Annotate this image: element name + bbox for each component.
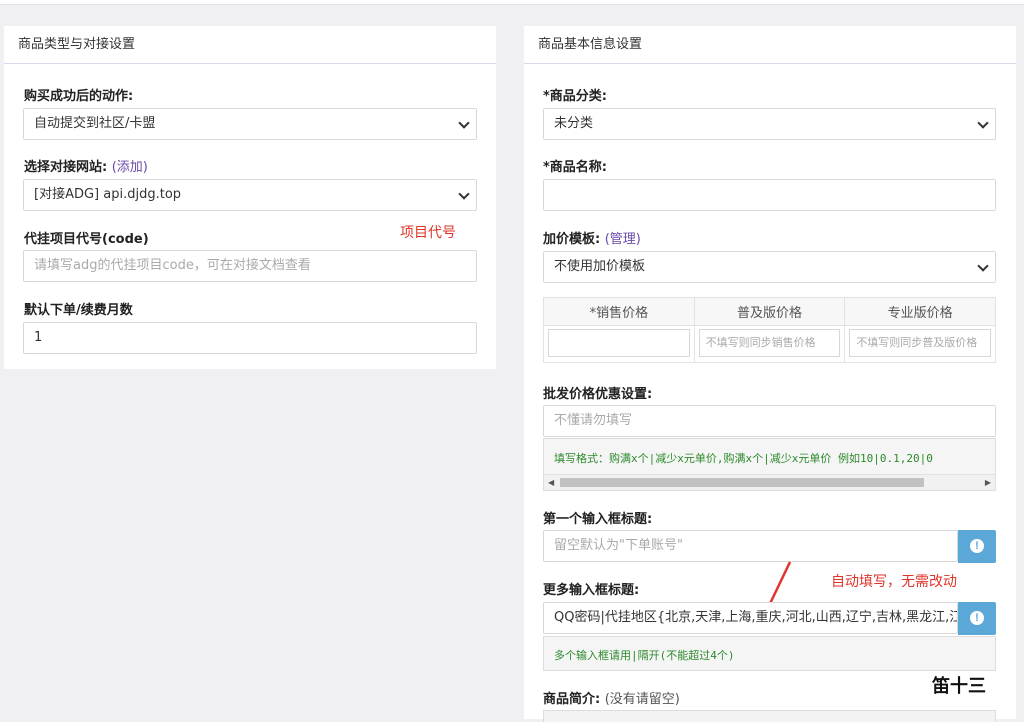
first-input-info-button[interactable]: !	[958, 530, 996, 563]
intro-label: 商品简介: (没有请留空)	[543, 688, 680, 707]
wholesale-hint-box: 填写格式：购满x个|减少x元单价,购满x个|减少x元单价 例如10|0.1,20…	[543, 438, 996, 491]
chevron-down-icon	[977, 117, 989, 129]
wholesale-input[interactable]: 不懂请勿填写	[543, 405, 996, 437]
left-panel-title: 商品类型与对接设置	[4, 26, 496, 64]
action-label: 购买成功后的动作:	[24, 89, 134, 104]
site-label-text: 选择对接网站:	[24, 160, 108, 175]
add-site-link[interactable]: (添加)	[112, 160, 148, 175]
editor-toolbar[interactable]	[543, 710, 996, 722]
site-select[interactable]: [对接ADG] api.djdg.top	[23, 179, 477, 211]
price-header-pro: 专业版价格	[844, 297, 996, 326]
top-bar	[0, 0, 1024, 5]
category-select-value: 未分类	[554, 116, 594, 131]
category-select[interactable]: 未分类	[543, 108, 996, 140]
watermark: 笛十三	[932, 676, 986, 697]
manage-markup-link[interactable]: (管理)	[605, 232, 641, 247]
wholesale-label: 批发价格优惠设置:	[543, 387, 653, 402]
info-icon: !	[970, 611, 984, 625]
first-input-field[interactable]: 留空默认为"下单账号"	[543, 530, 958, 562]
chevron-down-icon	[458, 188, 470, 200]
right-panel: 商品基本信息设置 *商品分类: 未分类 *商品名称: 加价模板: (管理) 不使…	[524, 26, 1016, 722]
scrollbar-thumb[interactable]	[560, 478, 924, 487]
name-label: *商品名称:	[543, 160, 607, 175]
auto-fill-annotation: 自动填写，无需改动	[831, 574, 957, 590]
site-select-value: [对接ADG] api.djdg.top	[34, 187, 182, 202]
scroll-right-icon[interactable]: ▶	[985, 478, 991, 487]
first-input-label: 第一个输入框标题:	[543, 512, 653, 527]
months-label: 默认下单/续费月数	[24, 303, 133, 318]
months-input[interactable]: 1	[23, 322, 477, 354]
pro-price-input[interactable]: 不填写则同步普及版价格	[849, 329, 991, 357]
code-input[interactable]: 请填写adg的代挂项目code，可在对接文档查看	[23, 250, 477, 282]
scroll-left-icon[interactable]: ◀	[548, 478, 554, 487]
markup-select-value: 不使用加价模板	[554, 259, 646, 274]
price-header-sale: *销售价格	[543, 297, 695, 326]
more-input-label: 更多输入框标题:	[543, 583, 640, 598]
markup-label: 加价模板: (管理)	[543, 228, 641, 247]
more-input-field[interactable]: QQ密码|代挂地区{北京,天津,上海,重庆,河北,山西,辽宁,吉林,黑龙江,江	[543, 602, 958, 634]
price-table: *销售价格 普及版价格 专业版价格 不填写则同步销售价格 不填写则同步普及版价格	[543, 297, 996, 363]
markup-label-text: 加价模板:	[543, 232, 601, 247]
info-icon: !	[970, 539, 984, 553]
basic-price-input[interactable]: 不填写则同步销售价格	[698, 329, 841, 357]
code-label: 代挂项目代号(code)	[24, 232, 149, 247]
chevron-down-icon	[977, 260, 989, 272]
markup-select[interactable]: 不使用加价模板	[543, 251, 996, 283]
more-input-info-button[interactable]: !	[958, 602, 996, 635]
left-panel: 商品类型与对接设置 购买成功后的动作: 自动提交到社区/卡盟 选择对接网站: (…	[4, 26, 496, 369]
category-label: *商品分类:	[543, 89, 607, 104]
more-input-hint-box: 多个输入框请用|隔开(不能超过4个)	[543, 636, 996, 671]
chevron-down-icon	[458, 117, 470, 129]
sale-price-input[interactable]	[548, 329, 690, 357]
action-select[interactable]: 自动提交到社区/卡盟	[23, 108, 477, 140]
right-panel-title: 商品基本信息设置	[524, 26, 1016, 64]
price-header-basic: 普及版价格	[693, 297, 846, 326]
name-input[interactable]	[543, 179, 996, 211]
action-select-value: 自动提交到社区/卡盟	[34, 116, 156, 131]
wholesale-hint: 填写格式：购满x个|减少x元单价,购满x个|减少x元单价 例如10|0.1,20…	[554, 452, 933, 465]
intro-label-text: 商品简介:	[543, 692, 601, 707]
more-input-hint: 多个输入框请用|隔开(不能超过4个)	[554, 649, 735, 662]
code-annotation: 项目代号	[400, 225, 456, 241]
intro-label-sub: (没有请留空)	[604, 692, 680, 707]
horizontal-scrollbar[interactable]: ◀ ▶	[544, 474, 995, 490]
site-label: 选择对接网站: (添加)	[24, 156, 148, 175]
